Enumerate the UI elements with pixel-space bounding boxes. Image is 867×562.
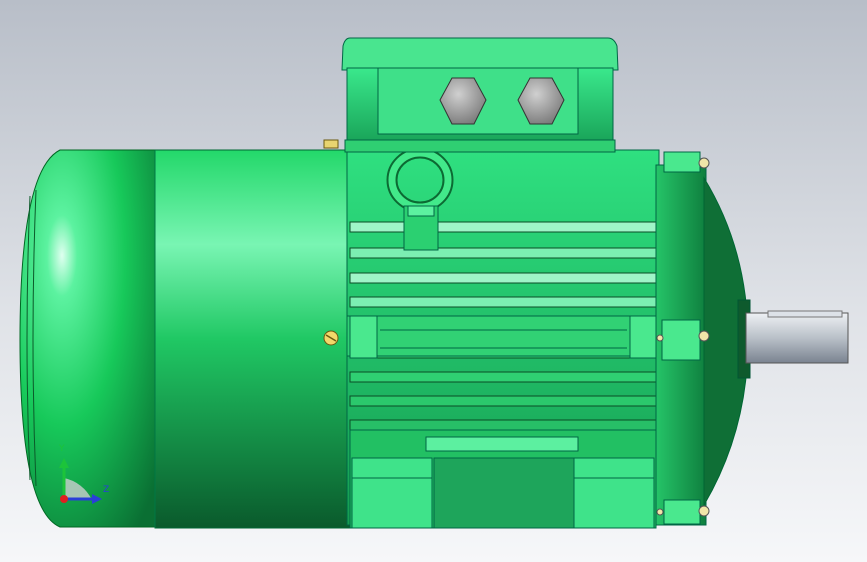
motor-model[interactable] (0, 0, 867, 562)
3d-viewport[interactable]: Y Z (0, 0, 867, 562)
triad-y-label: Y (59, 444, 65, 454)
triad-z-label: Z (103, 485, 110, 495)
terminal-box (341, 37, 619, 153)
motor-feet (349, 429, 657, 529)
motor-body (154, 139, 356, 529)
output-shaft (737, 299, 849, 379)
end-shield (655, 151, 749, 526)
fan-cover (19, 149, 161, 528)
